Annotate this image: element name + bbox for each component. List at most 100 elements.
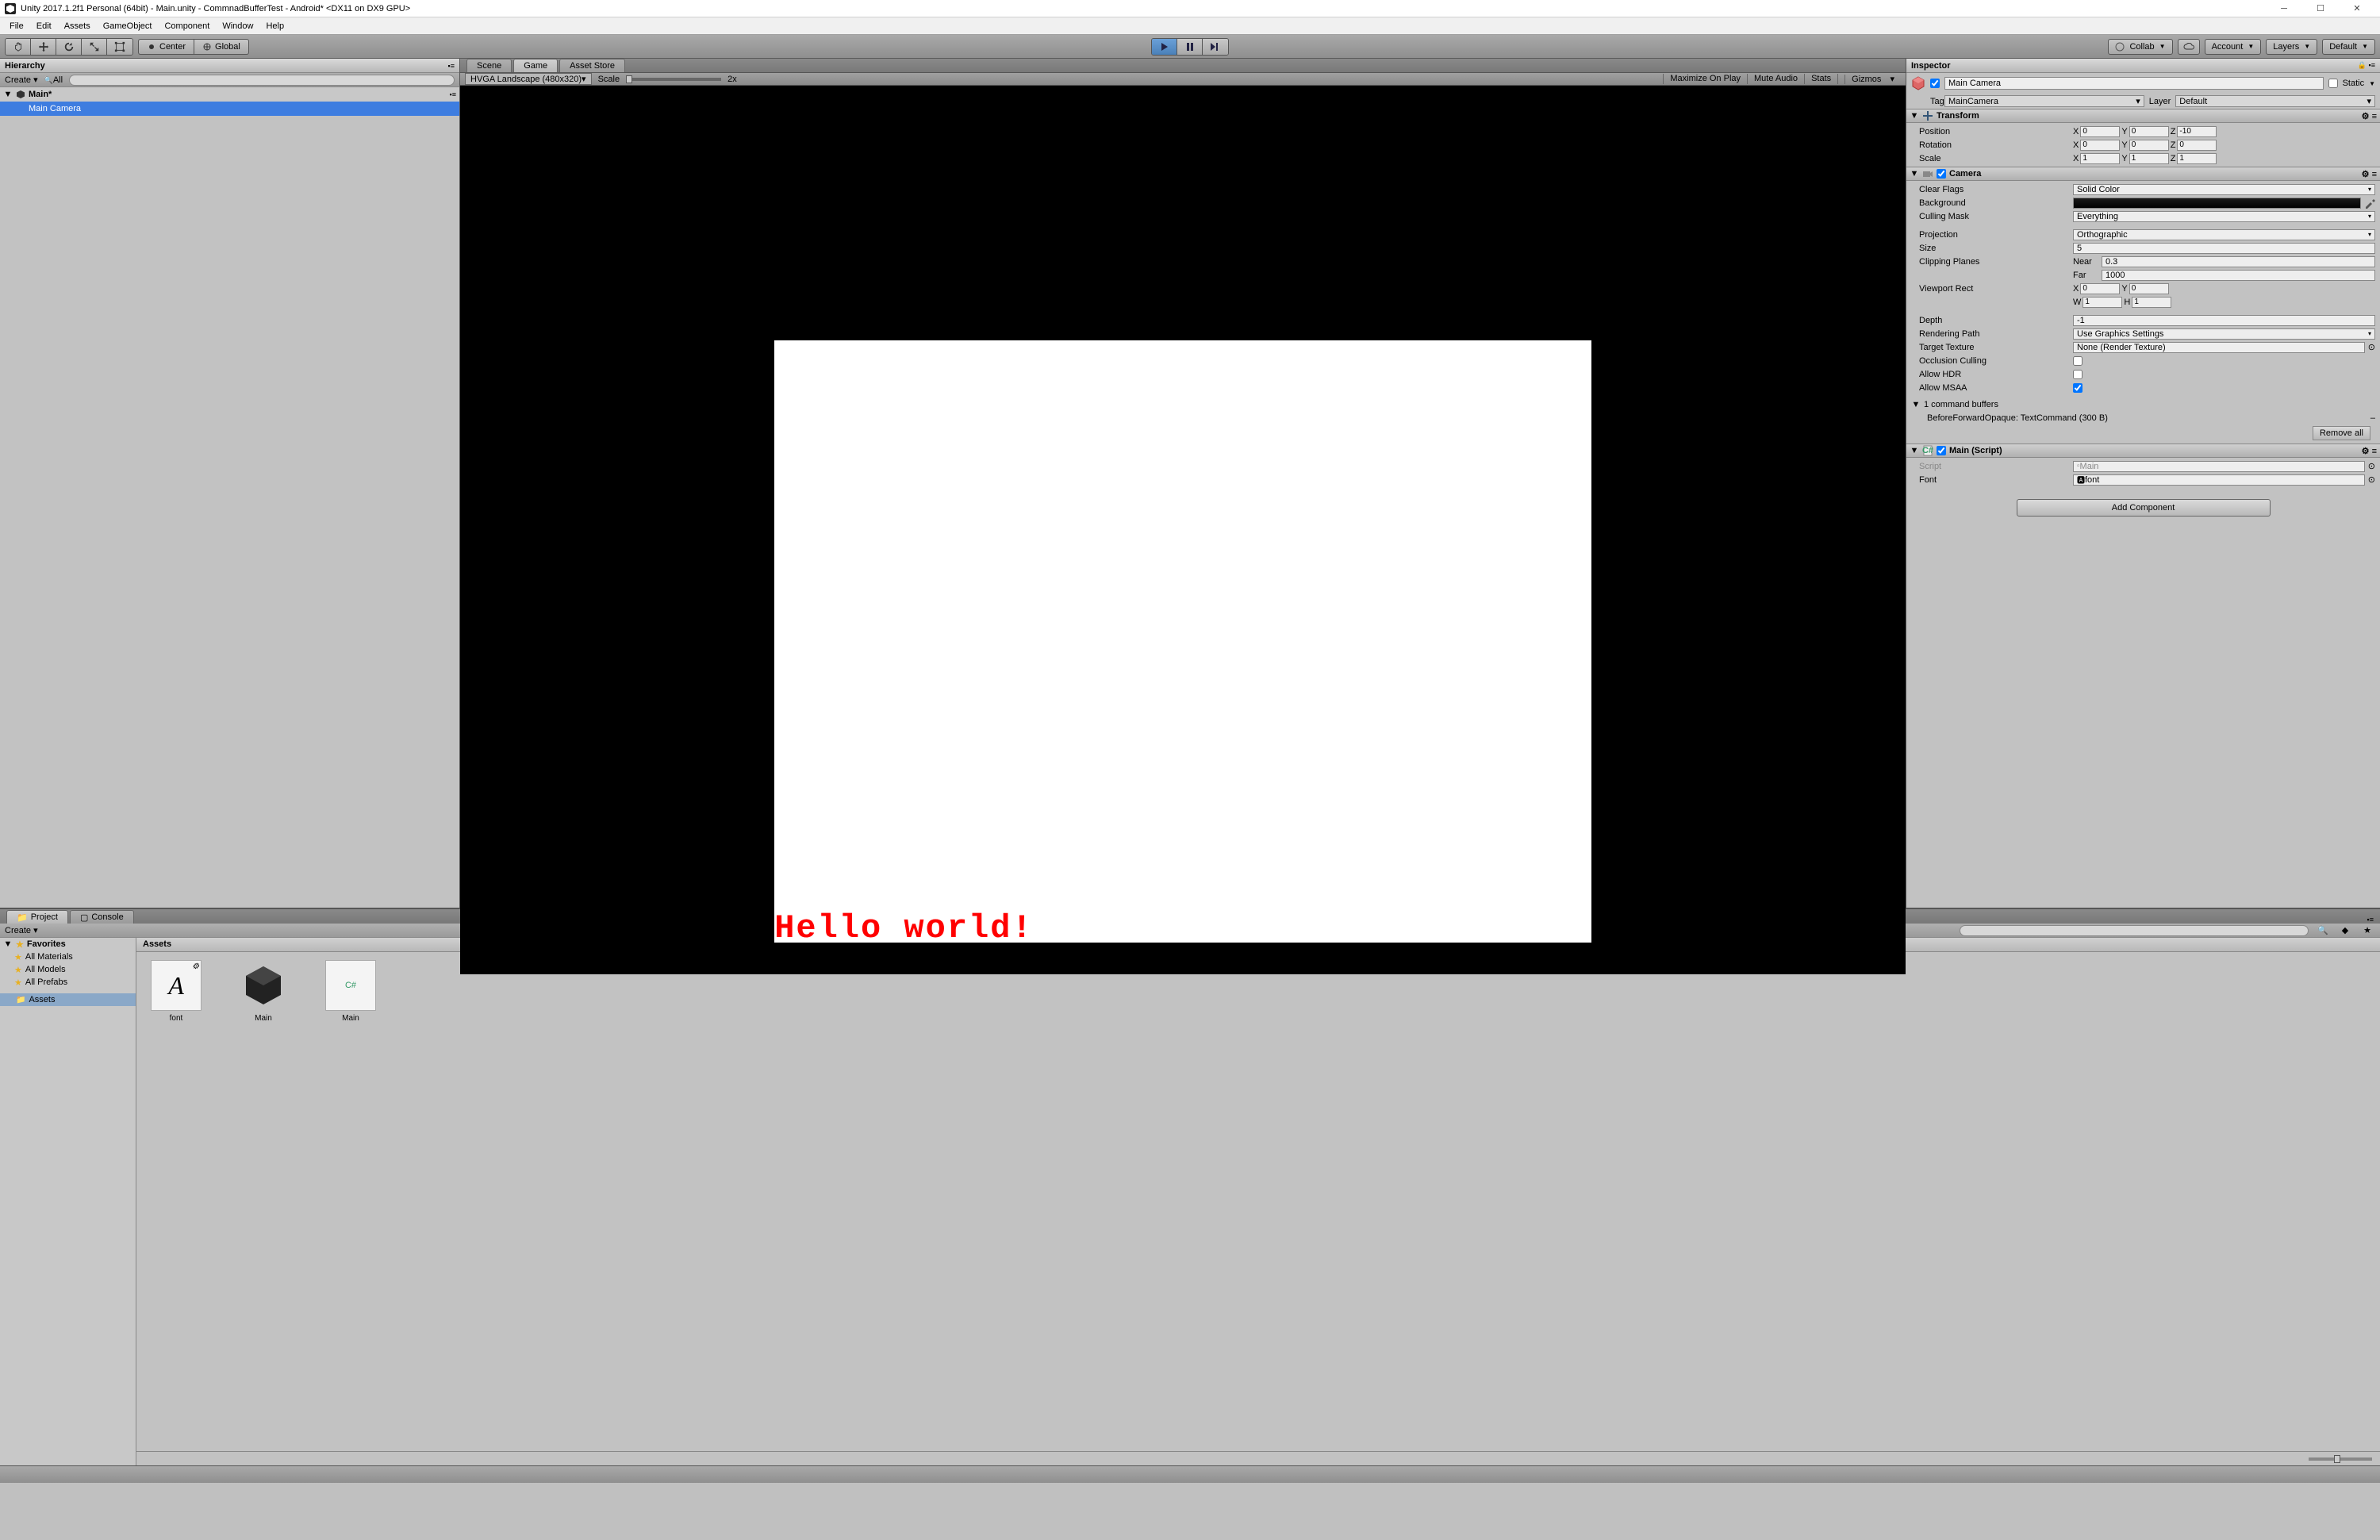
pos-z-input[interactable] — [2177, 126, 2217, 137]
panel-menu-icon[interactable]: 🔒 ▪≡ — [2358, 61, 2375, 70]
transform-component-header[interactable]: ▼ Transform ⚙ ≡ — [1906, 109, 2380, 123]
rot-x-input[interactable] — [2080, 140, 2120, 151]
background-color-field[interactable] — [2073, 198, 2361, 209]
menu-assets[interactable]: Assets — [58, 20, 97, 33]
scene-menu-icon[interactable]: ▪≡ — [450, 90, 456, 98]
pivot-center-button[interactable]: Center — [138, 39, 194, 55]
menu-gameobject[interactable]: GameObject — [97, 20, 159, 33]
main-script-header[interactable]: ▼ C# Main (Script) ⚙ ≡ — [1906, 444, 2380, 458]
viewport-y-input[interactable] — [2129, 283, 2169, 294]
mute-audio-toggle[interactable]: Mute Audio — [1747, 74, 1804, 84]
pivot-global-button[interactable]: Global — [194, 39, 249, 55]
rot-y-input[interactable] — [2129, 140, 2169, 151]
size-input[interactable]: 5 — [2073, 243, 2375, 254]
eyedropper-icon[interactable] — [2364, 198, 2375, 209]
gameobject-active-checkbox[interactable] — [1930, 79, 1940, 88]
target-texture-field[interactable]: None (Render Texture) — [2073, 342, 2365, 353]
tag-dropdown[interactable]: MainCamera▾ — [1944, 95, 2144, 107]
move-tool-button[interactable] — [31, 39, 56, 55]
rect-tool-button[interactable] — [107, 39, 132, 55]
depth-input[interactable]: -1 — [2073, 315, 2375, 326]
static-dropdown-icon[interactable]: ▼ — [2369, 80, 2375, 87]
cloud-button[interactable] — [2178, 39, 2200, 55]
gear-icon[interactable]: ⚙ ≡ — [2362, 111, 2377, 121]
maximize-on-play-toggle[interactable]: Maximize On Play — [1663, 74, 1747, 84]
pos-x-input[interactable] — [2080, 126, 2120, 137]
fav-all-materials[interactable]: ★All Materials — [0, 950, 136, 963]
hierarchy-search-input[interactable] — [69, 75, 455, 86]
gizmos-toggle[interactable]: Gizmos ▾ — [1837, 74, 1901, 84]
viewport-x-input[interactable] — [2080, 283, 2120, 294]
rendering-path-dropdown[interactable]: Use Graphics Settings — [2073, 328, 2375, 340]
hierarchy-item-main-camera[interactable]: Main Camera — [0, 102, 459, 116]
font-field[interactable]: 🅰 font — [2073, 474, 2365, 486]
project-create-button[interactable]: Create ▾ — [5, 925, 38, 935]
pause-button[interactable] — [1177, 39, 1203, 55]
search-filter-icon[interactable]: 🔍 — [2315, 924, 2331, 937]
tab-project[interactable]: 📁 Project — [6, 910, 68, 924]
account-dropdown[interactable]: Account▼ — [2205, 39, 2262, 55]
camera-enabled-checkbox[interactable] — [1937, 169, 1946, 179]
layer-dropdown[interactable]: Default▾ — [2175, 95, 2375, 107]
layout-dropdown[interactable]: Default▼ — [2322, 39, 2375, 55]
add-component-button[interactable]: Add Component — [2017, 499, 2271, 517]
camera-component-header[interactable]: ▼ Camera ⚙ ≡ — [1906, 167, 2380, 181]
tab-console[interactable]: ▢ Console — [70, 910, 134, 924]
asset-item-script[interactable]: C# Main — [319, 960, 382, 1023]
menu-component[interactable]: Component — [158, 20, 216, 33]
play-button[interactable] — [1152, 39, 1177, 55]
maximize-button[interactable]: ☐ — [2302, 1, 2339, 17]
favorites-folder[interactable]: ▼★Favorites — [0, 938, 136, 950]
static-checkbox[interactable] — [2328, 79, 2338, 88]
aspect-dropdown[interactable]: HVGA Landscape (480x320) ▾ — [465, 73, 592, 85]
close-button[interactable]: ✕ — [2339, 1, 2375, 17]
near-input[interactable]: 0.3 — [2102, 256, 2375, 267]
panel-menu-icon[interactable]: ▪≡ — [448, 62, 455, 70]
menu-edit[interactable]: Edit — [30, 20, 58, 33]
tab-asset-store[interactable]: Asset Store — [559, 59, 625, 72]
pos-y-input[interactable] — [2129, 126, 2169, 137]
fav-all-models[interactable]: ★All Models — [0, 963, 136, 976]
hierarchy-search-all[interactable]: 🔍All — [44, 75, 63, 85]
filter-label-icon[interactable]: ★ — [2359, 924, 2375, 937]
gameobject-name-input[interactable] — [1944, 77, 2324, 90]
remove-buffer-button[interactable]: – — [2370, 413, 2375, 423]
step-button[interactable] — [1203, 39, 1228, 55]
filter-type-icon[interactable]: ◆ — [2337, 924, 2353, 937]
hierarchy-create-button[interactable]: Create ▾ — [5, 75, 38, 85]
hdr-checkbox[interactable] — [2073, 370, 2082, 379]
panel-menu-icon[interactable]: ▪≡ — [2367, 916, 2374, 924]
stats-toggle[interactable]: Stats — [1804, 74, 1837, 84]
scale-y-input[interactable] — [2129, 153, 2169, 164]
culling-mask-dropdown[interactable]: Everything — [2073, 211, 2375, 222]
thumbnail-size-slider[interactable] — [2309, 1457, 2372, 1461]
scale-slider[interactable] — [626, 78, 721, 81]
gear-icon[interactable]: ⚙ ≡ — [2362, 169, 2377, 179]
occlusion-checkbox[interactable] — [2073, 356, 2082, 366]
gear-icon[interactable]: ⚙ ≡ — [2362, 446, 2377, 456]
fav-all-prefabs[interactable]: ★All Prefabs — [0, 976, 136, 989]
tab-game[interactable]: Game — [513, 59, 558, 72]
object-picker-icon[interactable]: ⊙ — [2368, 461, 2375, 471]
projection-dropdown[interactable]: Orthographic — [2073, 229, 2375, 240]
hand-tool-button[interactable] — [6, 39, 31, 55]
asset-item-scene[interactable]: Main — [232, 960, 295, 1023]
rotate-tool-button[interactable] — [56, 39, 82, 55]
scale-tool-button[interactable] — [82, 39, 107, 55]
menu-window[interactable]: Window — [216, 20, 259, 33]
menu-help[interactable]: Help — [259, 20, 290, 33]
minimize-button[interactable]: ─ — [2266, 1, 2302, 17]
object-picker-icon[interactable]: ⊙ — [2368, 474, 2375, 485]
asset-item-font[interactable]: A⚙ font — [144, 960, 208, 1023]
scale-z-input[interactable] — [2177, 153, 2217, 164]
hierarchy-scene-row[interactable]: ▼ Main* ▪≡ — [0, 87, 459, 102]
viewport-w-input[interactable] — [2082, 297, 2122, 308]
clear-flags-dropdown[interactable]: Solid Color — [2073, 184, 2375, 195]
msaa-checkbox[interactable] — [2073, 383, 2082, 393]
collab-dropdown[interactable]: Collab▼ — [2108, 39, 2172, 55]
hierarchy-tab[interactable]: Hierarchy ▪≡ — [0, 59, 459, 73]
fold-icon[interactable]: ▼ — [3, 90, 13, 99]
menu-file[interactable]: File — [3, 20, 30, 33]
scale-x-input[interactable] — [2080, 153, 2120, 164]
project-search-input[interactable] — [1960, 925, 2309, 936]
